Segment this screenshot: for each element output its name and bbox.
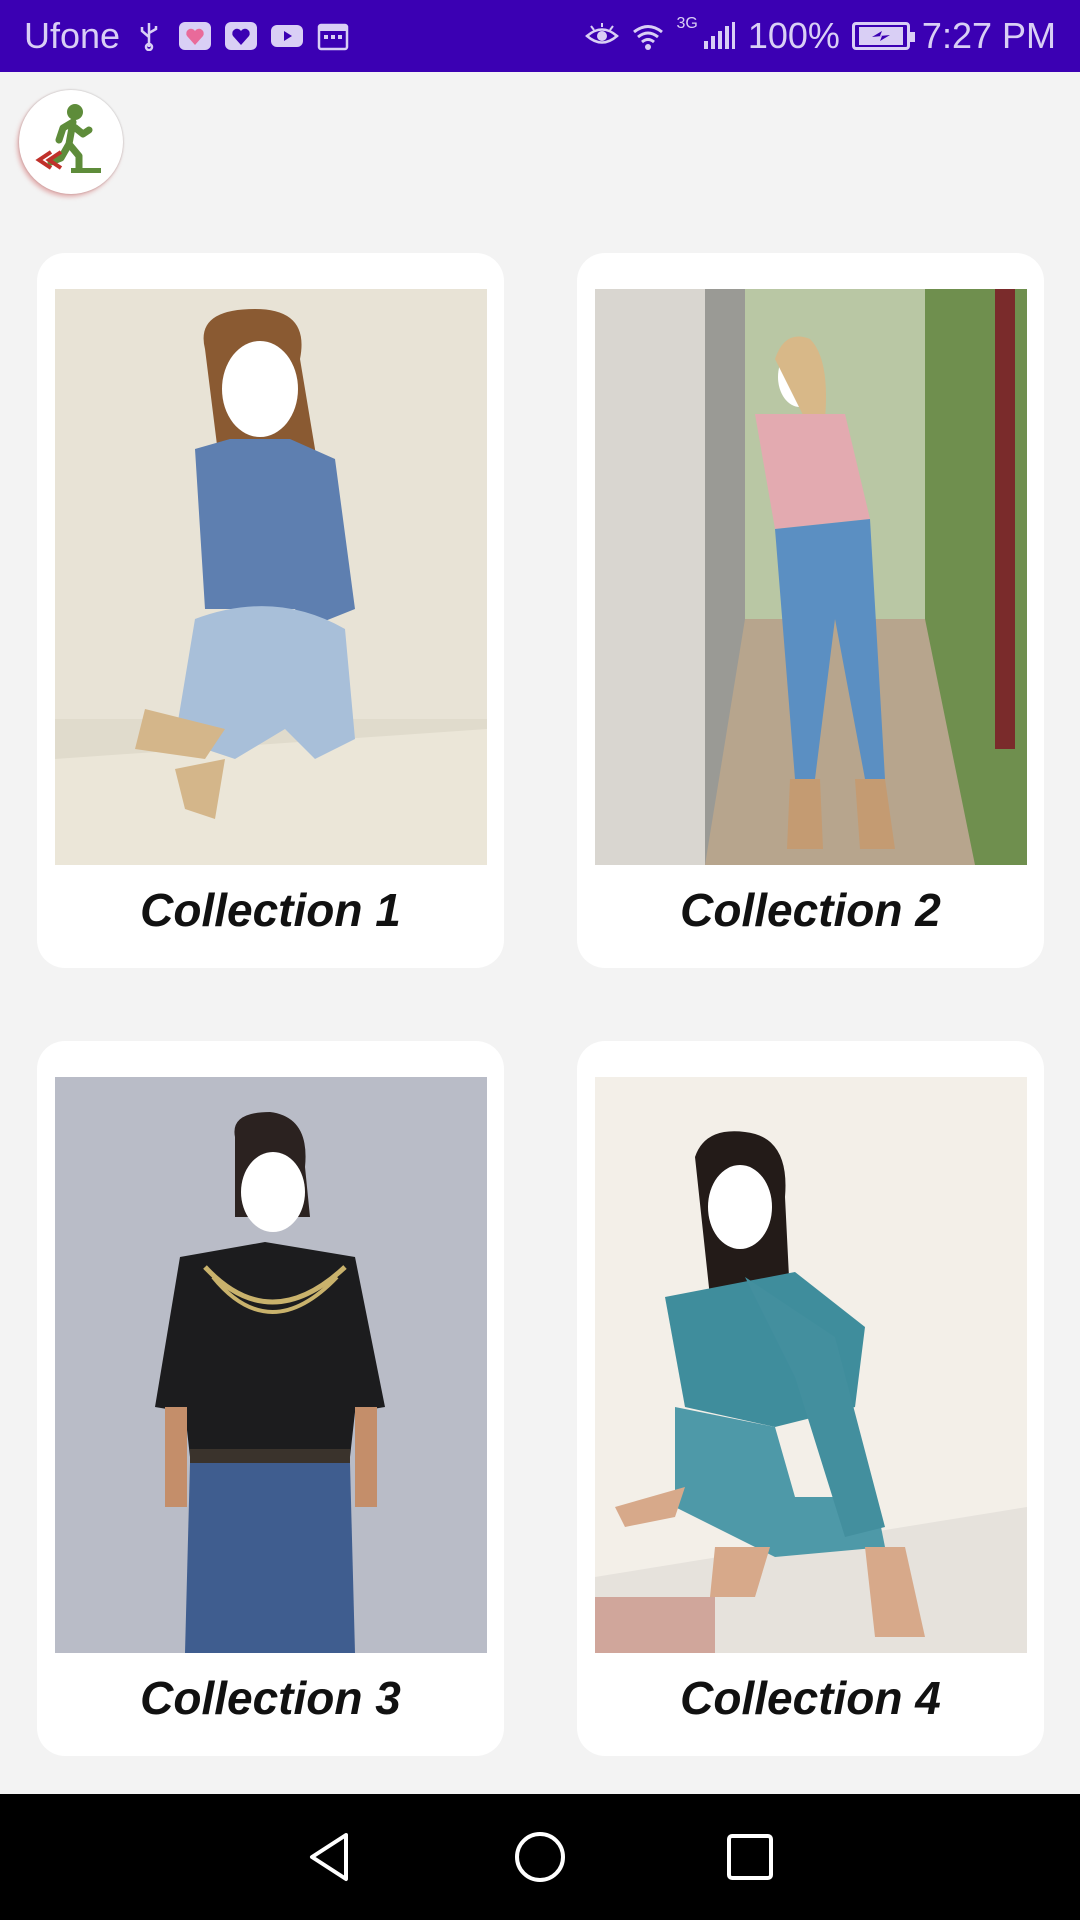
network-type-label: 3G bbox=[676, 15, 698, 32]
nav-back-button[interactable] bbox=[300, 1827, 360, 1887]
home-circle-icon bbox=[515, 1832, 565, 1882]
collection-label-2: Collection 2 bbox=[680, 884, 941, 936]
back-triangle-icon bbox=[310, 1833, 348, 1881]
status-bar-left: Ufone bbox=[24, 15, 350, 57]
status-bar: Ufone 3G 100% 7:27 PM bbox=[0, 0, 1080, 72]
usb-icon bbox=[132, 21, 166, 51]
collection-photo-3 bbox=[55, 1077, 487, 1653]
wifi-icon bbox=[631, 21, 665, 51]
collection-photo-2 bbox=[595, 289, 1027, 865]
exit-running-man-icon bbox=[35, 104, 101, 173]
collection-card-4[interactable]: Collection 4 bbox=[577, 1041, 1044, 1756]
heart-app-icon bbox=[224, 21, 258, 51]
signal-icon bbox=[702, 21, 736, 51]
status-bar-right: 3G 100% 7:27 PM bbox=[584, 15, 1056, 57]
battery-charging-icon bbox=[851, 22, 915, 50]
collection-label-4: Collection 4 bbox=[680, 1672, 941, 1724]
collection-photo-4 bbox=[595, 1077, 1027, 1653]
eye-icon bbox=[584, 21, 619, 51]
collection-label-3: Collection 3 bbox=[140, 1672, 401, 1724]
collection-card-1[interactable]: Collection 1 bbox=[37, 253, 504, 968]
collection-card-3[interactable]: Collection 3 bbox=[37, 1041, 504, 1756]
collection-card-2[interactable]: Collection 2 bbox=[577, 253, 1044, 968]
clock: 7:27 PM bbox=[921, 15, 1056, 56]
nav-home-button[interactable] bbox=[510, 1827, 570, 1887]
system-nav-bar bbox=[0, 1794, 1080, 1920]
exit-button[interactable] bbox=[19, 90, 123, 194]
calendar-icon bbox=[316, 21, 350, 51]
recents-square-icon bbox=[727, 1834, 773, 1880]
app-notification-icon bbox=[178, 21, 212, 51]
collection-label-1: Collection 1 bbox=[140, 884, 401, 936]
battery-percent: 100% bbox=[747, 15, 840, 56]
collection-photo-1 bbox=[55, 289, 487, 865]
youtube-icon bbox=[270, 21, 304, 51]
nav-recents-button[interactable] bbox=[720, 1827, 780, 1887]
carrier-name: Ufone bbox=[24, 15, 121, 56]
